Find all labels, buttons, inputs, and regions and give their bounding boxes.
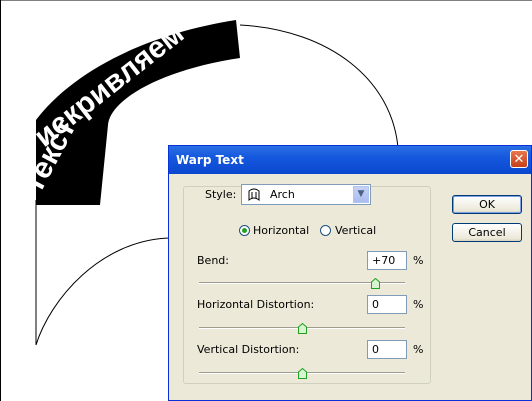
style-dropdown[interactable]: Arch ▼ <box>241 184 371 205</box>
dialog-titlebar[interactable]: Warp Text ✕ <box>169 146 531 174</box>
arch-icon <box>248 188 260 201</box>
style-label: Style: <box>205 188 237 201</box>
ok-button[interactable]: OK <box>452 195 522 214</box>
bend-label: Bend: <box>197 254 229 267</box>
chevron-down-icon[interactable]: ▼ <box>353 186 369 203</box>
horizontal-distortion-label: Horizontal Distortion: <box>197 298 315 311</box>
vertical-label[interactable]: Vertical <box>335 224 376 237</box>
bend-input[interactable]: +70 <box>367 251 407 270</box>
warp-outline-top <box>239 24 399 149</box>
dialog-title: Warp Text <box>176 153 244 167</box>
radio-selected-dot <box>242 228 247 233</box>
horizontal-distortion-input[interactable]: 0 <box>367 295 407 314</box>
close-button[interactable]: ✕ <box>510 150 528 168</box>
cancel-button[interactable]: Cancel <box>452 223 522 242</box>
bend-slider-thumb[interactable] <box>371 278 380 289</box>
vertical-radio[interactable] <box>320 225 331 236</box>
bend-unit: % <box>413 254 424 267</box>
horizontal-distortion-slider-thumb[interactable] <box>298 323 307 334</box>
warp-text-dialog: Warp Text ✕ Style: Arch ▼ Horizontal Ver… <box>168 145 532 401</box>
vertical-distortion-unit: % <box>413 343 424 356</box>
vertical-distortion-label: Vertical Distortion: <box>197 343 300 356</box>
close-icon: ✕ <box>513 152 525 167</box>
warp-outline-bottom <box>35 237 171 346</box>
style-value: Arch <box>270 188 295 201</box>
horizontal-distortion-unit: % <box>413 298 424 311</box>
vertical-distortion-slider-thumb[interactable] <box>298 368 307 379</box>
vertical-distortion-input[interactable]: 0 <box>367 340 407 359</box>
horizontal-radio[interactable] <box>239 225 250 236</box>
horizontal-label[interactable]: Horizontal <box>253 224 309 237</box>
